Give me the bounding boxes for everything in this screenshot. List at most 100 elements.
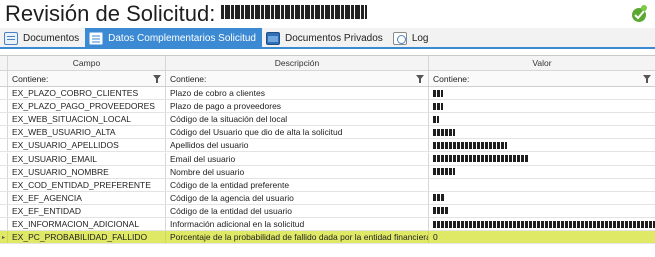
redacted-value [433, 128, 455, 136]
cell-campo: EX_EF_AGENCIA [8, 191, 166, 204]
page-title: Revisión de Solicitud: [5, 1, 368, 27]
cell-campo: EX_INFORMACION_ADICIONAL [8, 218, 166, 231]
cell-descripcion: Apellidos del usuario [166, 139, 429, 152]
cell-campo: EX_WEB_SITUACION_LOCAL [8, 113, 166, 126]
redacted-value [433, 115, 439, 123]
cell-campo: EX_EF_ENTIDAD [8, 204, 166, 217]
cell-descripcion: Código de la entidad preferente [166, 178, 429, 191]
tab-documentos-privados[interactable]: Documentos Privados [262, 28, 389, 49]
table-row[interactable]: EX_WEB_USUARIO_ALTA Código del Usuario qu… [0, 126, 655, 140]
cell-campo: EX_USUARIO_NOMBRE [8, 165, 166, 178]
cell-valor [429, 87, 655, 99]
redacted-value [433, 207, 449, 215]
cell-valor [429, 126, 655, 138]
row-indicator [0, 100, 8, 113]
cell-campo: EX_USUARIO_EMAIL [8, 152, 166, 165]
redacted-value [433, 141, 507, 149]
cell-valor [429, 139, 655, 151]
redacted-value [433, 155, 529, 163]
table-row[interactable]: EX_USUARIO_NOMBRE Nombre del usuario [0, 165, 655, 179]
cell-descripcion: Código de la situación del local [166, 113, 429, 126]
cell-valor [429, 218, 655, 230]
cell-campo: EX_COD_ENTIDAD_PREFERENTE [8, 178, 166, 191]
table-row[interactable]: EX_INFORMACION_ADICIONAL Información adic… [0, 218, 655, 232]
tab-label: Datos Complementarios Solicitud [108, 33, 256, 44]
tab-datos-complementarios[interactable]: Datos Complementarios Solicitud [85, 28, 262, 49]
table-row[interactable]: EX_EF_ENTIDAD Código de la entidad del us… [0, 204, 655, 218]
redacted-value [433, 89, 443, 97]
table-row[interactable]: EX_COD_ENTIDAD_PREFERENTE Código de la en… [0, 178, 655, 192]
redacted-request-id [221, 5, 368, 19]
private-folder-icon [265, 32, 280, 45]
table-row[interactable]: EX_WEB_SITUACION_LOCAL Código de la situa… [0, 113, 655, 127]
tab-log[interactable]: Log [389, 28, 435, 49]
tab-label: Log [411, 33, 429, 44]
cell-valor [429, 205, 655, 217]
log-icon [392, 32, 407, 45]
column-header-valor[interactable]: Valor [429, 56, 655, 70]
filter-icon[interactable] [643, 75, 651, 83]
table-row[interactable]: EX_USUARIO_EMAIL Email del usuario [0, 152, 655, 166]
filter-icon[interactable] [416, 75, 424, 83]
cell-descripcion: Porcentaje de la probabilidad de fallido… [166, 231, 429, 244]
grid-header: Campo Descripción Valor [0, 56, 655, 71]
redacted-value [433, 102, 443, 110]
cell-valor [429, 153, 655, 165]
filter-descripcion[interactable]: Contiene: [166, 71, 429, 86]
row-indicator [0, 139, 8, 152]
title-bar: Revisión de Solicitud: [0, 0, 655, 28]
row-indicator [0, 126, 8, 139]
table-row[interactable]: EX_USUARIO_APELLIDOS Apellidos del usuari… [0, 139, 655, 153]
tab-label: Documentos [23, 33, 80, 44]
filter-icon[interactable] [153, 75, 161, 83]
row-indicator [0, 152, 8, 165]
cell-valor [429, 192, 655, 204]
app-logo-icon [632, 5, 647, 22]
redacted-value [433, 220, 655, 228]
filter-campo[interactable]: Contiene: [8, 71, 166, 86]
row-indicator [0, 204, 8, 217]
data-sheet-icon [89, 32, 104, 45]
table-row[interactable]: EX_EF_AGENCIA Código de la agencia del us… [0, 191, 655, 205]
filter-valor[interactable]: Contiene: [429, 71, 655, 86]
cell-valor [429, 166, 655, 178]
redacted-value [433, 168, 455, 176]
cell-descripcion: Información adicional en la solicitud [166, 218, 429, 231]
cell-descripcion: Código de la entidad del usuario [166, 204, 429, 217]
cell-descripcion: Plazo de pago a proveedores [166, 100, 429, 113]
cell-valor: 0 [433, 232, 438, 243]
filter-label: Contiene: [433, 73, 470, 84]
cell-campo: EX_PLAZO_PAGO_PROVEEDORES [8, 100, 166, 113]
cell-campo: EX_USUARIO_APELLIDOS [8, 139, 166, 152]
cell-valor [429, 179, 655, 191]
filter-row: Contiene: Contiene: Contiene: [0, 71, 655, 87]
cell-valor [429, 100, 655, 112]
row-indicator: ▸ [0, 231, 8, 244]
table-row[interactable]: EX_PLAZO_COBRO_CLIENTES Plazo de cobro a … [0, 87, 655, 101]
table-row[interactable]: ▸ EX_PC_PROBABILIDAD_FALLIDO Porcentaje de… [0, 231, 655, 245]
row-indicator [0, 218, 8, 231]
row-indicator [0, 113, 8, 126]
tab-documentos[interactable]: Documentos [0, 28, 85, 49]
row-indicator [0, 191, 8, 204]
redacted-value [433, 194, 445, 202]
row-indicator [0, 178, 8, 191]
cell-descripcion: Nombre del usuario [166, 165, 429, 178]
column-header-descripcion[interactable]: Descripción [166, 56, 429, 70]
filter-label: Contiene: [12, 73, 49, 84]
cell-descripcion: Email del usuario [166, 152, 429, 165]
row-indicator-header [0, 56, 8, 70]
cell-valor [429, 113, 655, 125]
documents-icon [4, 32, 18, 45]
data-grid: Campo Descripción Valor Contiene: Contie… [0, 55, 655, 257]
row-indicator [0, 165, 8, 178]
table-row[interactable]: EX_PLAZO_PAGO_PROVEEDORES Plazo de pago a… [0, 100, 655, 114]
column-header-campo[interactable]: Campo [8, 56, 166, 70]
tab-label: Documentos Privados [284, 33, 383, 44]
cell-descripcion: Código de la agencia del usuario [166, 191, 429, 204]
cell-campo: EX_PC_PROBABILIDAD_FALLIDO [8, 231, 166, 244]
filter-indicator [0, 71, 8, 86]
cell-descripcion: Código del Usuario que dio de alta la so… [166, 126, 429, 139]
cell-descripcion: Plazo de cobro a clientes [166, 87, 429, 100]
cell-campo: EX_PLAZO_COBRO_CLIENTES [8, 87, 166, 100]
